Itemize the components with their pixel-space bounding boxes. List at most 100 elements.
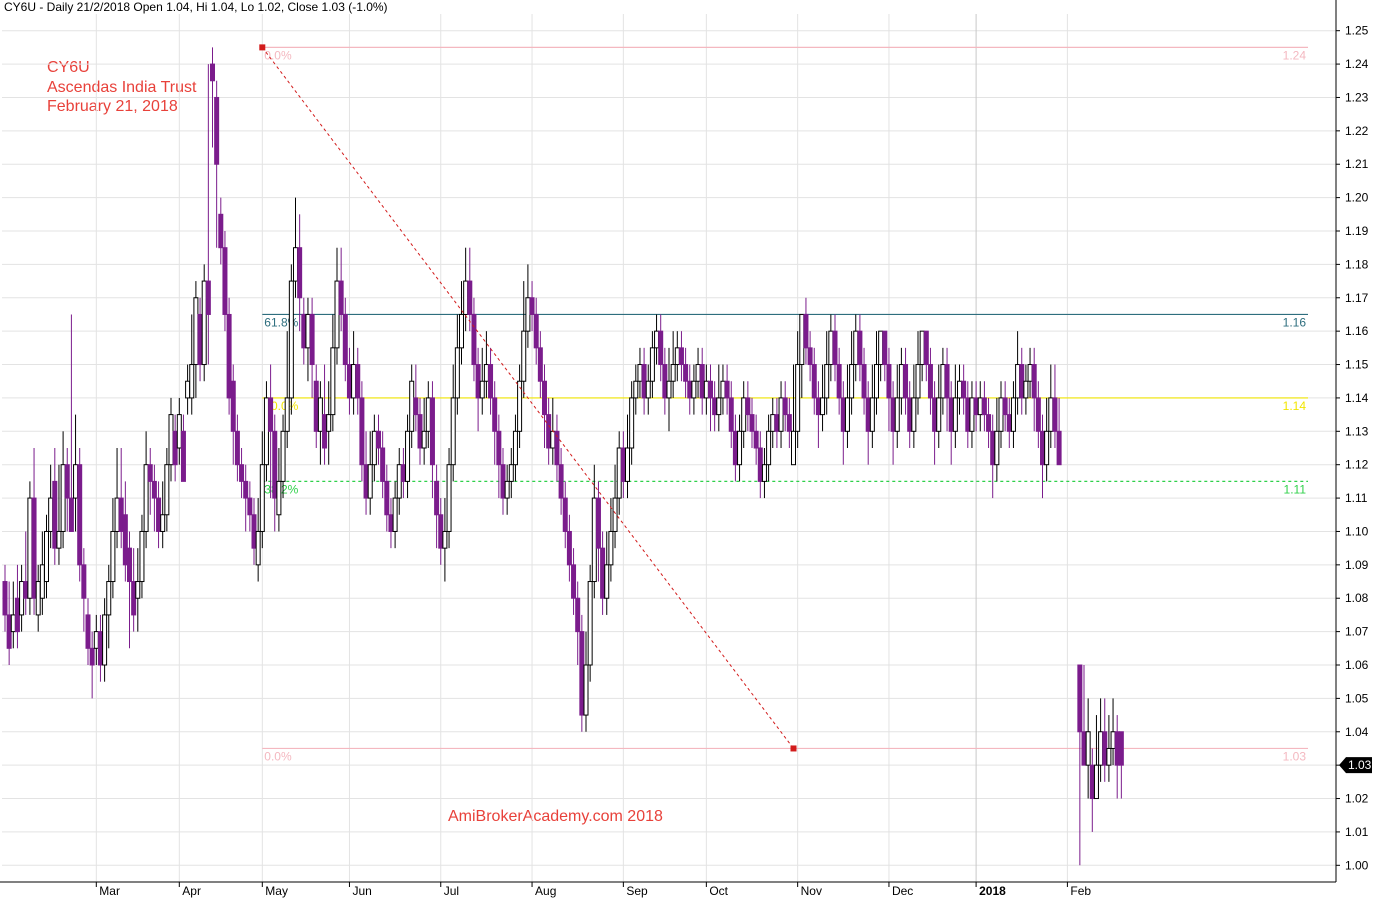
candle-body xyxy=(1035,397,1041,432)
candle-body xyxy=(434,480,440,516)
y-tick-label: 1.08 xyxy=(1345,591,1369,605)
fib-price-label: 1.16 xyxy=(1283,315,1307,329)
candle-body xyxy=(463,280,469,315)
candle-body xyxy=(363,464,369,499)
candle-body xyxy=(1048,397,1054,432)
y-tick-label: 1.22 xyxy=(1345,124,1369,138)
candle-body xyxy=(894,397,900,432)
candle-body xyxy=(761,464,767,482)
candle-body xyxy=(226,313,232,399)
candle-body xyxy=(317,397,323,432)
candle-body xyxy=(625,447,630,482)
candle-body xyxy=(143,464,149,532)
candle-body xyxy=(973,397,979,416)
candle-body xyxy=(500,464,506,499)
candle-body xyxy=(77,464,83,566)
candle-body xyxy=(288,280,294,399)
candle-body xyxy=(571,564,577,599)
candle-body xyxy=(923,330,929,366)
candle-body xyxy=(6,614,12,649)
candle-body xyxy=(616,447,622,499)
candle-body xyxy=(961,380,967,399)
candle-body xyxy=(525,297,531,332)
candle-body xyxy=(840,397,846,432)
candle-body xyxy=(205,280,211,315)
candle-body xyxy=(915,364,921,399)
trendline-anchor-low xyxy=(790,745,797,752)
candle-body xyxy=(1031,364,1037,399)
candle-body xyxy=(952,397,958,432)
candle-body xyxy=(645,380,651,399)
candle-body xyxy=(508,464,514,482)
candle-body xyxy=(903,364,909,399)
candle-body xyxy=(309,313,315,366)
candle-body xyxy=(135,581,141,599)
candle-body xyxy=(210,63,215,82)
candle-body xyxy=(654,330,660,349)
candle-body xyxy=(114,497,120,532)
price-chart[interactable]: 1.00 1.01 1.02 1.03 1.04 1.05 1.06 1.07 1.08 1.09… xyxy=(0,0,1399,899)
candle-body xyxy=(795,364,801,432)
candle-body xyxy=(450,397,456,466)
candle-body xyxy=(313,380,319,432)
candle-body xyxy=(110,530,116,583)
fib-pct-label: 0.0% xyxy=(264,48,292,62)
candle-body xyxy=(820,397,826,416)
candle-body xyxy=(151,480,157,499)
candle-body xyxy=(566,530,572,566)
candle-body xyxy=(824,364,830,399)
candle-body xyxy=(1081,731,1087,766)
candle-body xyxy=(156,497,162,532)
candle-body xyxy=(757,447,763,482)
candle-body xyxy=(222,247,228,315)
y-tick-label: 1.21 xyxy=(1345,157,1369,171)
candle-body xyxy=(421,430,427,449)
candle-body xyxy=(662,364,668,399)
y-tick-label: 1.14 xyxy=(1345,391,1369,405)
candle-body xyxy=(691,380,697,399)
candle-body xyxy=(1102,731,1108,766)
candle-body xyxy=(413,397,419,416)
candle-body xyxy=(728,397,734,432)
candle-body xyxy=(869,397,875,432)
candle-body xyxy=(940,364,946,399)
candle-body xyxy=(276,480,282,516)
candle-body xyxy=(853,330,859,366)
candle-body xyxy=(338,280,344,315)
candle-body xyxy=(919,330,925,366)
candle-body xyxy=(512,430,518,466)
candle-body xyxy=(2,581,8,616)
candle-body xyxy=(633,380,639,399)
candle-body xyxy=(1015,364,1021,399)
candle-body xyxy=(118,497,124,532)
candle-body xyxy=(600,547,606,599)
candle-body xyxy=(19,581,25,616)
candle-body xyxy=(649,347,655,382)
candle-body xyxy=(305,313,311,349)
candle-body xyxy=(1027,364,1033,382)
candle-body xyxy=(666,380,672,399)
candle-body xyxy=(442,530,448,549)
candle-body xyxy=(803,313,809,349)
candle-body xyxy=(176,414,182,449)
candle-body xyxy=(969,397,975,432)
candle-body xyxy=(230,380,236,432)
candle-body xyxy=(189,364,195,399)
candle-body xyxy=(778,397,784,432)
candle-body xyxy=(1006,414,1012,432)
candle-body xyxy=(479,380,485,399)
candle-body xyxy=(438,514,444,549)
y-tick-label: 1.24 xyxy=(1345,57,1369,71)
candle-body xyxy=(44,530,49,583)
candle-body xyxy=(720,380,726,399)
candle-body xyxy=(73,464,79,499)
candle-body xyxy=(131,581,137,616)
candle-body xyxy=(575,597,581,633)
candle-body xyxy=(658,330,664,366)
candle-body xyxy=(670,364,676,382)
candle-body xyxy=(284,397,290,432)
candle-body xyxy=(218,213,224,249)
candle-body xyxy=(882,330,888,366)
y-tick-label: 1.07 xyxy=(1345,625,1369,639)
candle-body xyxy=(878,330,884,366)
